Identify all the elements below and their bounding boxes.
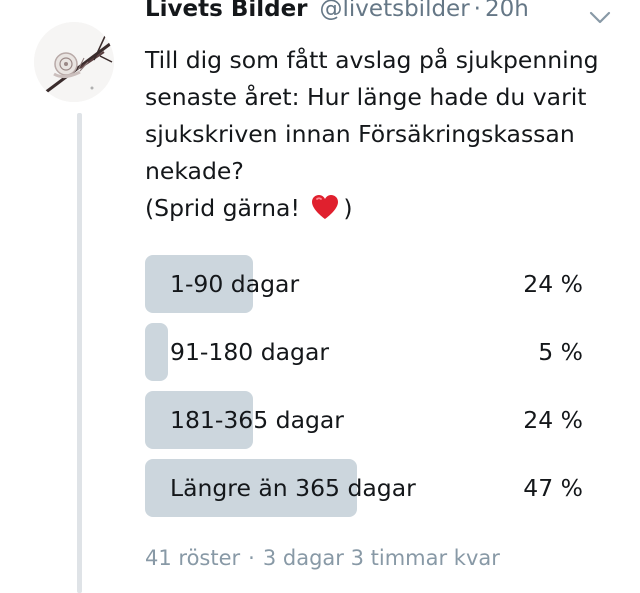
poll-meta: 41 röster · 3 dagar 3 timmar kvar	[145, 546, 500, 570]
poll-option-percent: 47 %	[523, 474, 583, 502]
tweet: Livets Bilder @livetsbilder · 20h Till d…	[0, 0, 640, 593]
poll-option[interactable]: 181-365 dagar 24 %	[145, 391, 595, 449]
tweet-timestamp[interactable]: 20h	[485, 0, 529, 22]
snail-avatar-image	[34, 22, 114, 102]
poll-option-label: Längre än 365 dagar	[170, 474, 416, 502]
header-separator: ·	[473, 0, 481, 22]
tweet-text-paren-close: )	[343, 194, 353, 222]
poll-option-label: 181-365 dagar	[170, 406, 344, 434]
tweet-header: Livets Bilder @livetsbilder · 20h	[145, 0, 529, 32]
poll-option[interactable]: Längre än 365 dagar 47 %	[145, 459, 595, 517]
poll-option[interactable]: 91-180 dagar 5 %	[145, 323, 595, 381]
avatar[interactable]	[34, 22, 114, 102]
thread-connector-line	[77, 113, 82, 593]
tweet-text-paren: (Sprid gärna! )	[145, 190, 625, 227]
tweet-text: Till dig som fått avslag på sjukpenning …	[145, 42, 625, 227]
poll-option-label: 91-180 dagar	[170, 338, 330, 366]
poll-option-percent: 24 %	[523, 406, 583, 434]
author-display-name[interactable]: Livets Bilder	[145, 0, 308, 22]
author-handle[interactable]: @livetsbilder	[320, 0, 470, 22]
poll-option-label: 1-90 dagar	[170, 270, 300, 298]
chevron-down-icon	[589, 11, 611, 24]
poll-vote-count: 41 röster	[145, 546, 241, 570]
poll-meta-separator: ·	[248, 546, 255, 570]
poll-option-percent: 24 %	[523, 270, 583, 298]
tweet-text-main: Till dig som fått avslag på sjukpenning …	[145, 46, 599, 185]
more-options-button[interactable]	[588, 10, 612, 26]
poll-option-percent: 5 %	[538, 338, 583, 366]
poll-time-left: 3 dagar 3 timmar kvar	[262, 546, 500, 570]
heart-icon	[310, 193, 340, 221]
poll-option[interactable]: 1-90 dagar 24 %	[145, 255, 595, 313]
poll: 1-90 dagar 24 % 91-180 dagar 5 % 181-365…	[145, 255, 595, 527]
tweet-text-paren-open: (Sprid gärna!	[145, 194, 300, 222]
poll-option-bar	[145, 323, 168, 381]
